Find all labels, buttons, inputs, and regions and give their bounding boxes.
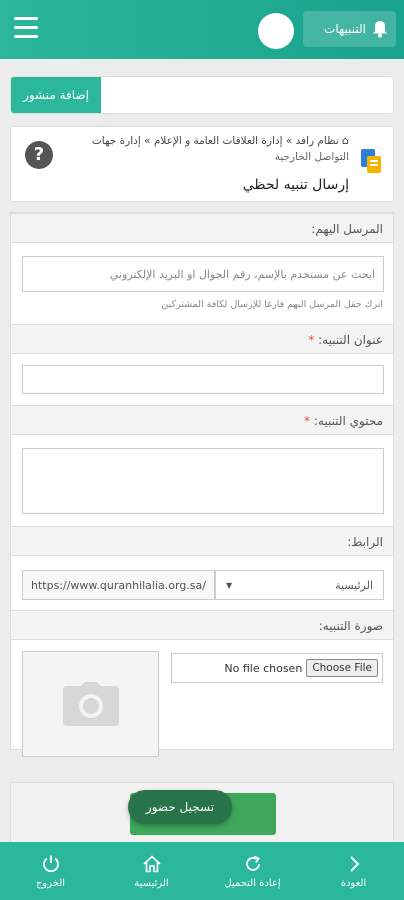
- title-label: عنوان التنبيه:: [318, 333, 383, 347]
- page-title: إرسال تنبيه لحظي: [242, 177, 349, 193]
- image-preview[interactable]: [22, 651, 159, 757]
- chevron-down-icon: ▼: [226, 580, 233, 590]
- link-select[interactable]: ▼ الرئيسية: [215, 570, 384, 600]
- image-section-header: صورة التنبيه:: [11, 610, 393, 640]
- breadcrumb-panel: ? ⌂ نظام رافد » إدارة العلاقات العامة و …: [10, 126, 394, 202]
- home-icon[interactable]: ⌂: [342, 134, 349, 147]
- required-marker: *: [304, 414, 311, 428]
- link-value: https://www.quranhilalia.org.sa/: [31, 578, 206, 592]
- recipients-placeholder: ابحث عن مستخدم بالإسم، رقم الجوال او الب…: [109, 267, 375, 281]
- breadcrumb: ⌂ نظام رافد » إدارة العلاقات العامة و ال…: [49, 133, 349, 165]
- nav-logout-label: الخروج: [35, 877, 66, 889]
- reload-icon: [245, 855, 260, 871]
- link-section-header: الرابط:: [11, 526, 393, 556]
- back-icon: [349, 855, 359, 872]
- link-select-value: الرئيسية: [335, 578, 373, 592]
- notifications-button[interactable]: التنبيهات: [303, 11, 396, 47]
- app-icon: [361, 149, 381, 173]
- add-post-bar: إضافة منشور: [10, 76, 394, 114]
- bottom-nav: الخروج الرئيسية إعادة التحميل العودة: [0, 842, 404, 900]
- file-input[interactable]: No file chosen Choose File: [171, 653, 383, 683]
- attendance-button[interactable]: تسجيل حضور: [128, 790, 232, 824]
- add-post-button[interactable]: إضافة منشور: [11, 77, 101, 113]
- recipients-section-header: المرسل اليهم:: [11, 213, 393, 243]
- nav-home-label: الرئيسية: [134, 877, 169, 889]
- notifications-label: التنبيهات: [324, 22, 366, 36]
- nav-reload[interactable]: إعادة التحميل: [202, 842, 303, 900]
- content-section-header: محتوي التنبيه: *: [11, 405, 393, 435]
- nav-logout[interactable]: الخروج: [0, 842, 101, 900]
- recipients-hint: اترك حقل المرسل اليهم فارغا للإرسال لكاف…: [161, 299, 383, 310]
- camera-icon: [62, 682, 119, 726]
- nav-back-label: العودة: [340, 877, 367, 889]
- nav-reload-label: إعادة التحميل: [224, 877, 281, 889]
- title-input[interactable]: [22, 365, 384, 394]
- breadcrumb-path-sub[interactable]: التواصل الخارجية: [49, 149, 349, 165]
- power-icon: [42, 855, 59, 872]
- home-icon: [142, 854, 161, 872]
- required-marker: *: [308, 333, 315, 347]
- breadcrumb-path[interactable]: نظام رافد » إدارة العلاقات العامة و الإع…: [92, 135, 339, 147]
- link-label: الرابط:: [347, 535, 383, 549]
- avatar[interactable]: [258, 13, 294, 49]
- title-section-header: عنوان التنبيه: *: [11, 324, 393, 354]
- nav-home[interactable]: الرئيسية: [101, 842, 202, 900]
- link-value-field[interactable]: https://www.quranhilalia.org.sa/: [22, 570, 215, 600]
- image-label: صورة التنبيه:: [318, 619, 383, 633]
- recipients-search-input[interactable]: ابحث عن مستخدم بالإسم، رقم الجوال او الب…: [22, 256, 384, 292]
- recipients-label: المرسل اليهم:: [311, 222, 383, 236]
- nav-back[interactable]: العودة: [303, 842, 404, 900]
- hamburger-menu-icon[interactable]: [14, 17, 38, 39]
- content-textarea[interactable]: [22, 448, 384, 514]
- bell-icon: [373, 21, 387, 38]
- alert-form: المرسل اليهم: ابحث عن مستخدم بالإسم، رقم…: [10, 212, 394, 757]
- top-header: التنبيهات: [0, 0, 404, 59]
- file-status: No file chosen: [224, 661, 303, 675]
- content-label: محتوي التنبيه:: [313, 414, 383, 428]
- choose-file-button[interactable]: Choose File: [306, 659, 378, 677]
